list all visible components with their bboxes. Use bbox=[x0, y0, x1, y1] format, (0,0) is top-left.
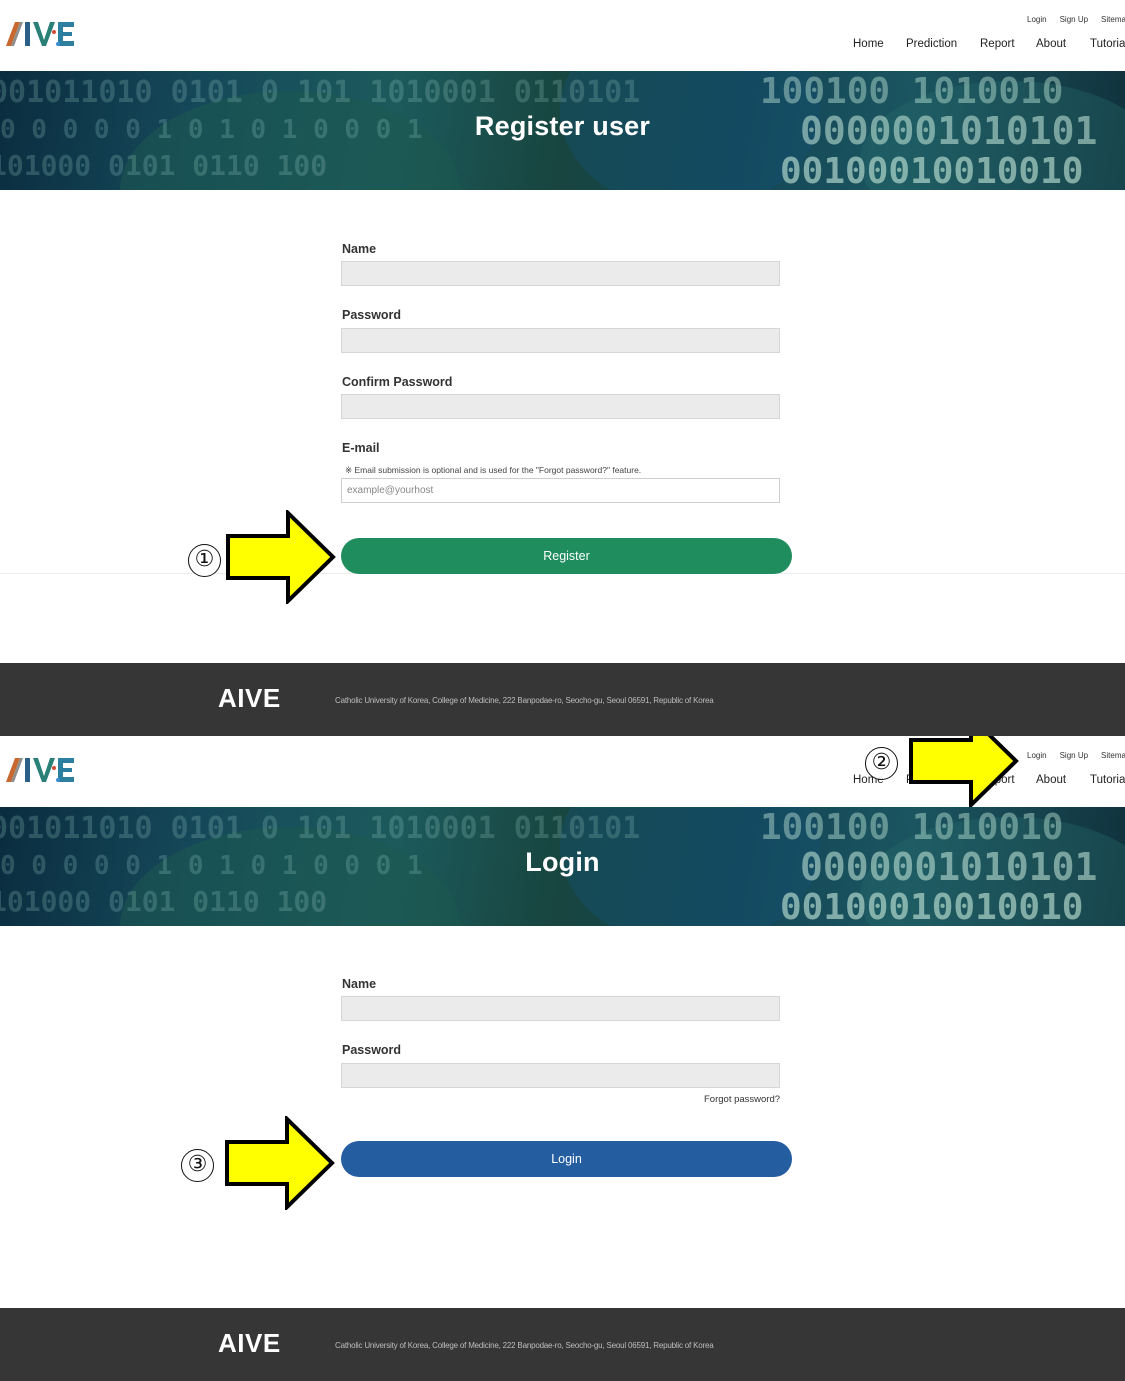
email-note: ※ Email submission is optional and is us… bbox=[345, 465, 642, 475]
site-footer: AIVE Catholic University of Korea, Colle… bbox=[0, 663, 1125, 736]
register-button[interactable]: Register bbox=[341, 538, 792, 574]
name-input[interactable] bbox=[341, 261, 780, 286]
register-screen: Login Sign Up Sitemap Home Prediction Re… bbox=[0, 0, 1125, 736]
forgot-password-link[interactable]: Forgot password? bbox=[704, 1094, 780, 1105]
util-login-link[interactable]: Login bbox=[1027, 15, 1047, 24]
utility-nav: Login Sign Up Sitemap bbox=[1027, 15, 1125, 24]
nav-tutorial[interactable]: Tutoria bbox=[1090, 38, 1125, 50]
name-label: Name bbox=[342, 977, 377, 991]
password-input[interactable] bbox=[341, 1063, 780, 1088]
confirm-password-input[interactable] bbox=[341, 394, 780, 419]
binary-texture: 00100010010010 bbox=[780, 151, 1084, 190]
password-input[interactable] bbox=[341, 328, 780, 353]
util-login-link[interactable]: Login bbox=[1027, 751, 1047, 760]
binary-texture: 001011010 0101 0 101 1010001 0110101 bbox=[0, 811, 641, 846]
name-input[interactable] bbox=[341, 996, 780, 1021]
footer-logo: AIVE bbox=[218, 1328, 281, 1358]
nav-report[interactable]: Report bbox=[980, 38, 1015, 50]
step-1-marker: ① bbox=[188, 544, 221, 577]
nav-home[interactable]: Home bbox=[853, 38, 884, 50]
login-button[interactable]: Login bbox=[341, 1141, 792, 1177]
utility-nav: Login Sign Up Sitemap bbox=[1027, 751, 1125, 760]
util-sitemap-link[interactable]: Sitemap bbox=[1101, 15, 1125, 24]
password-label: Password bbox=[342, 308, 402, 322]
binary-texture: 101000 0101 0110 100 bbox=[0, 149, 328, 182]
aive-logo[interactable] bbox=[6, 754, 78, 788]
nav-about[interactable]: About bbox=[1036, 774, 1066, 786]
arrow-right-icon bbox=[225, 1116, 335, 1210]
site-footer: AIVE Catholic University of Korea, Colle… bbox=[0, 1308, 1125, 1381]
password-label: Password bbox=[342, 1043, 402, 1057]
email-input[interactable] bbox=[341, 478, 780, 503]
nav-tutorial[interactable]: Tutoria bbox=[1090, 774, 1125, 786]
binary-texture: 00100010010010 bbox=[780, 887, 1084, 926]
nav-about[interactable]: About bbox=[1036, 38, 1066, 50]
email-label: E-mail bbox=[342, 441, 380, 455]
site-header: Login Sign Up Sitemap Home Prediction Re… bbox=[0, 0, 1125, 71]
arrow-right-icon bbox=[909, 736, 1019, 808]
binary-texture: 001011010 0101 0 101 1010001 0110101 bbox=[0, 75, 641, 110]
login-screen: Login Sign Up Sitemap Home Prediction Re… bbox=[0, 736, 1125, 1381]
footer-address: Catholic University of Korea, College of… bbox=[335, 1341, 714, 1350]
page-title: Login bbox=[525, 847, 600, 877]
site-header: Login Sign Up Sitemap Home Prediction Re… bbox=[0, 736, 1125, 808]
binary-texture: 100100 1010010 bbox=[760, 807, 1064, 848]
aive-logo[interactable] bbox=[6, 18, 78, 52]
util-sitemap-link[interactable]: Sitemap bbox=[1101, 751, 1125, 760]
arrow-right-icon bbox=[226, 510, 336, 604]
binary-texture: 100100 1010010 bbox=[760, 71, 1064, 112]
footer-address: Catholic University of Korea, College of… bbox=[335, 696, 714, 705]
page-banner: 001011010 0101 0 101 1010001 0110101 0 0… bbox=[0, 71, 1125, 190]
util-signup-link[interactable]: Sign Up bbox=[1060, 15, 1088, 24]
step-2-marker: ② bbox=[865, 747, 898, 780]
binary-texture: 101000 0101 0110 100 bbox=[0, 885, 328, 918]
util-signup-link[interactable]: Sign Up bbox=[1060, 751, 1088, 760]
nav-prediction[interactable]: Prediction bbox=[906, 38, 957, 50]
footer-logo: AIVE bbox=[218, 683, 281, 713]
confirm-password-label: Confirm Password bbox=[342, 375, 453, 389]
page-title: Register user bbox=[474, 111, 651, 141]
name-label: Name bbox=[342, 242, 377, 256]
step-3-marker: ③ bbox=[181, 1149, 214, 1182]
page-banner: 001011010 0101 0 101 1010001 0110101 0 0… bbox=[0, 807, 1125, 926]
